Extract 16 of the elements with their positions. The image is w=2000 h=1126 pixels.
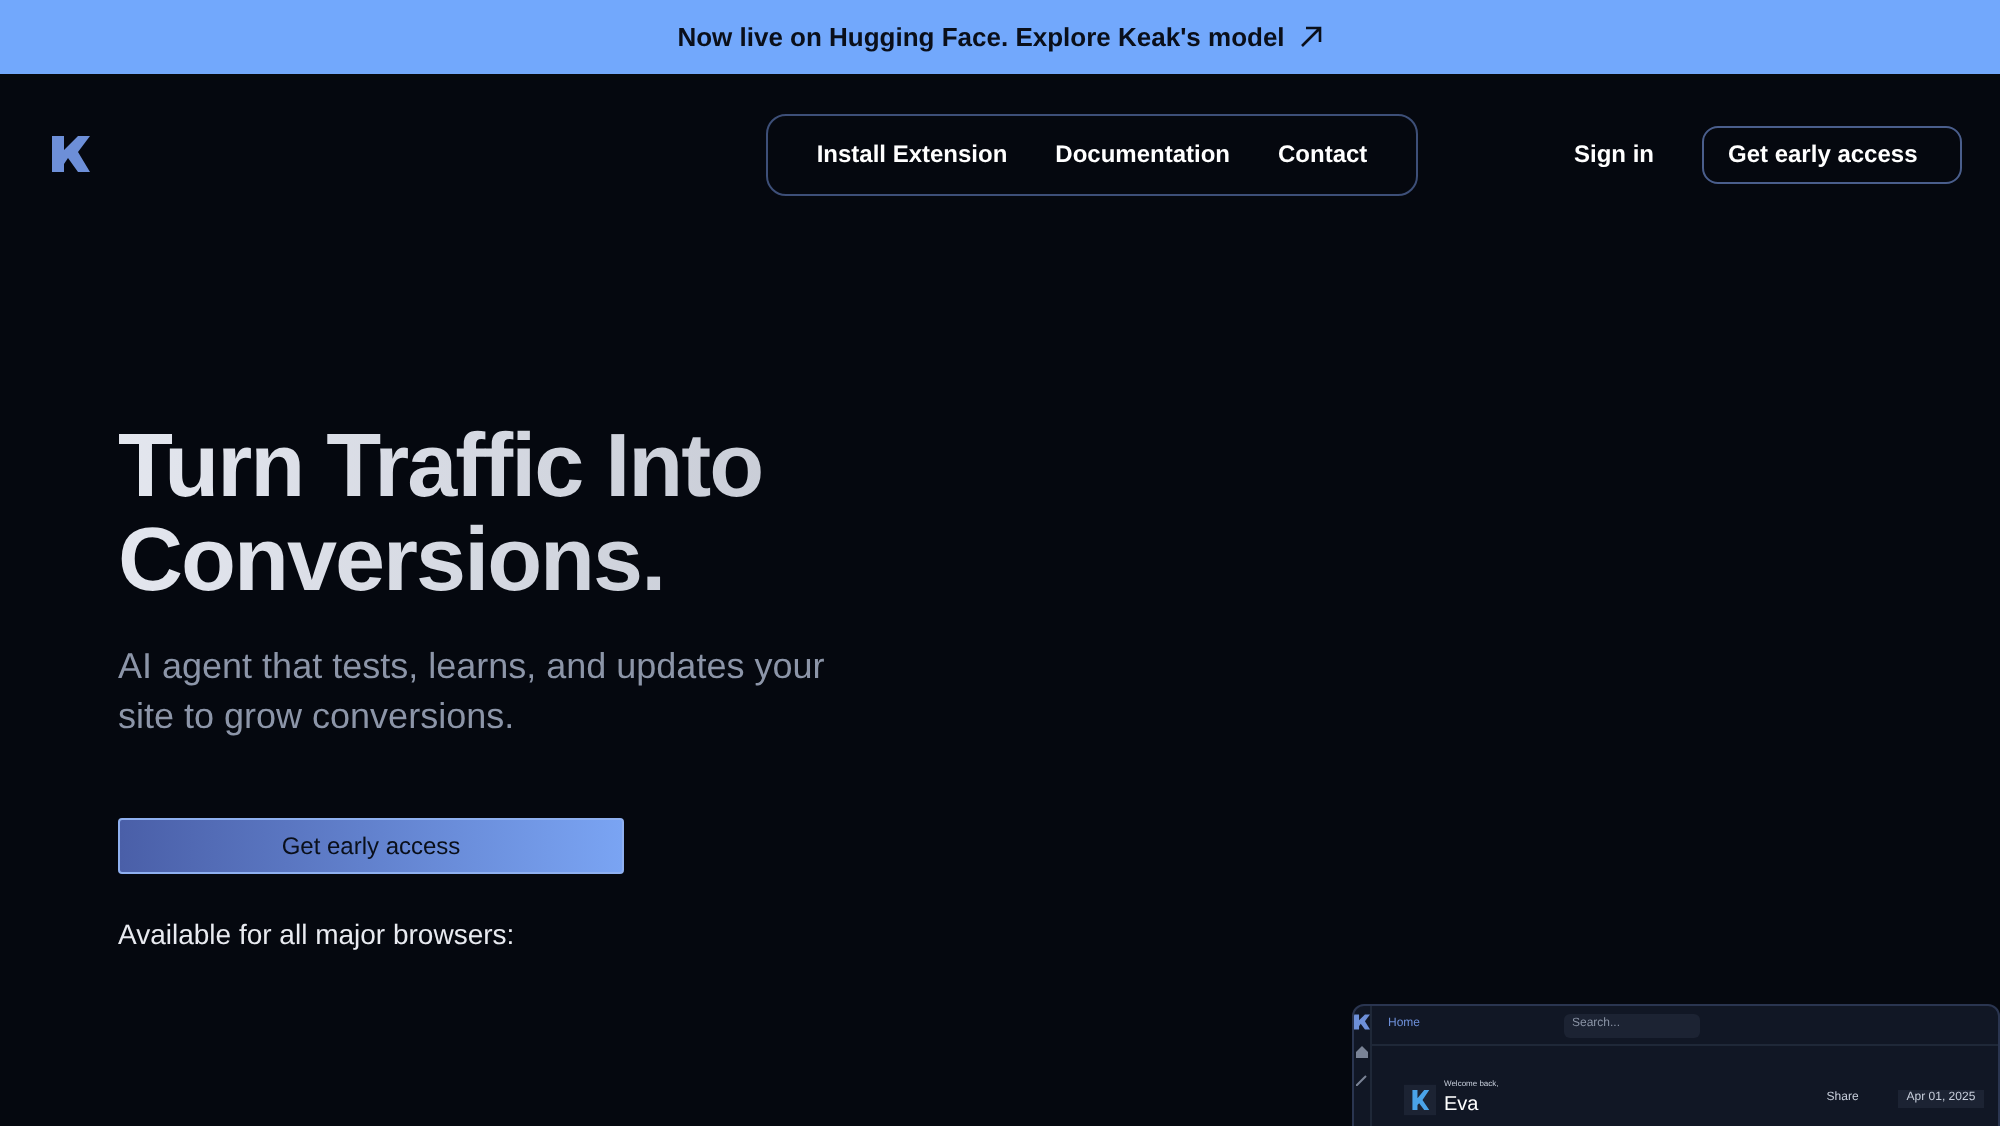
early-access-button[interactable]: Get early access (1702, 125, 1962, 183)
home-icon (1356, 1046, 1368, 1058)
hero-subtitle: AI agent that tests, learns, and updates your site to grow conversions. (118, 644, 827, 740)
user-name: Eva (1444, 1092, 1481, 1120)
arrow-icon (1300, 26, 1323, 48)
sign-in-link[interactable]: Sign in (1574, 136, 1654, 172)
nav-link[interactable]: Documentation (1031, 128, 1255, 180)
announcement-link[interactable]: Now live on Hugging Face. Explore Keak's model (677, 17, 1285, 57)
logo-icon (1404, 1083, 1436, 1115)
early-access-button[interactable]: Get early access (118, 818, 624, 874)
pencil-icon (1356, 1074, 1368, 1086)
logo-icon (1354, 1014, 1370, 1030)
browsers-label: Available for all major browsers: (118, 916, 517, 954)
nav-link[interactable]: Install Extension (792, 128, 1032, 180)
nav-link[interactable]: Contact (1254, 128, 1392, 180)
logo-icon[interactable] (52, 136, 90, 172)
